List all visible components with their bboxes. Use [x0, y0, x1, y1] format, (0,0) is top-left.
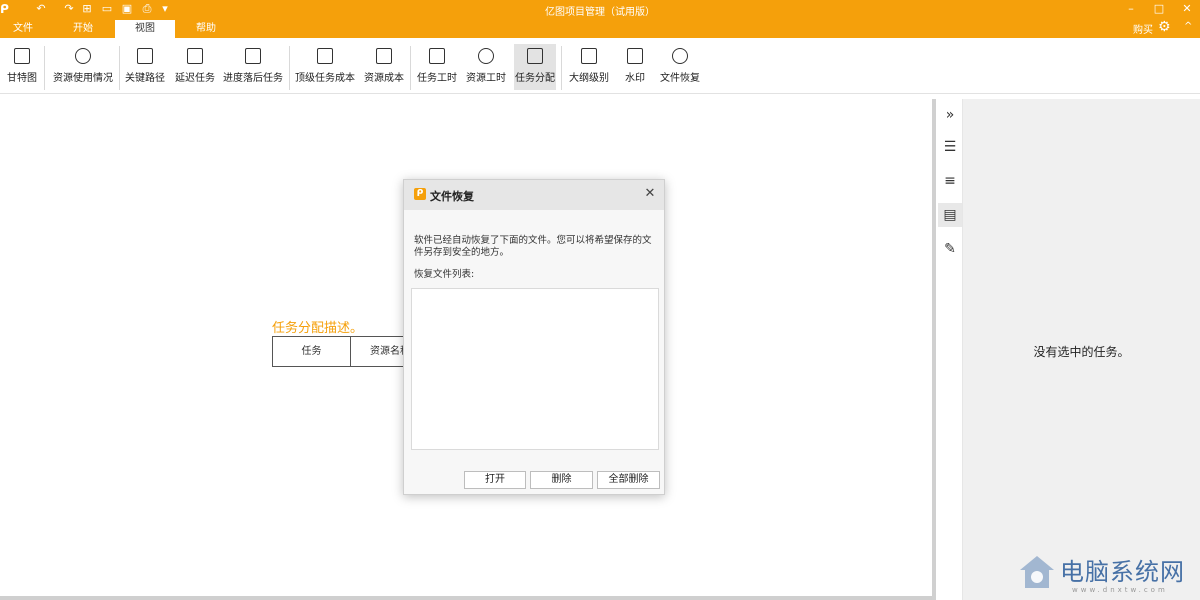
gantt-button[interactable]: 甘特图: [2, 44, 42, 90]
recovered-list-label: 恢复文件列表:: [414, 269, 475, 280]
ribbon-separator: [410, 46, 411, 90]
resource-hours-label: 资源工时: [466, 73, 506, 84]
title-bar: ᑭ ↶ ↷ ⊞ ▭ ▣ ⎙ ▾ 亿图项目管理（试用版） – □ ✕: [0, 0, 1200, 20]
assignment-icon: [527, 48, 543, 64]
outline-icon: [581, 48, 597, 64]
file-recovery-label: 文件恢复: [660, 73, 700, 84]
close-window-icon[interactable]: ✕: [1178, 1, 1196, 17]
task-assignment-button[interactable]: 任务分配: [514, 44, 556, 90]
list-icon[interactable]: ≡: [938, 169, 962, 193]
table-header-task: 任务: [273, 337, 351, 366]
delete-button[interactable]: 删除: [530, 471, 593, 489]
ribbon-tabs: 文件 开始 视图 帮助: [0, 20, 1200, 38]
tab-help[interactable]: 帮助: [183, 20, 229, 38]
resource-cost-label: 资源成本: [364, 73, 404, 84]
critical-path-button[interactable]: 关键路径: [122, 44, 168, 90]
task-info-icon[interactable]: ☰: [938, 135, 962, 159]
no-task-selected-text: 没有选中的任务。: [1033, 345, 1130, 359]
minimize-icon[interactable]: –: [1122, 1, 1140, 17]
ribbon-separator: [289, 46, 290, 90]
delete-all-button[interactable]: 全部删除: [597, 471, 660, 489]
file-recovery-button[interactable]: 文件恢复: [657, 44, 703, 90]
buy-link[interactable]: 购买: [1133, 21, 1153, 36]
resource-usage-button[interactable]: 资源使用情况: [50, 44, 116, 90]
tab-home[interactable]: 开始: [60, 20, 106, 38]
ribbon-toolbar: 甘特图 资源使用情况 关键路径 延迟任务 进度落后任务 顶级任务成本 资源成本 …: [0, 38, 1200, 94]
assignment-description-title: 任务分配描述。: [272, 321, 364, 336]
report-icon[interactable]: ▤: [938, 203, 962, 227]
top-task-cost-button[interactable]: 顶级任务成本: [293, 44, 357, 90]
refresh-icon: [672, 48, 688, 64]
delayed-tasks-label: 延迟任务: [175, 73, 215, 84]
tab-file[interactable]: 文件: [0, 20, 46, 38]
behind-schedule-label: 进度落后任务: [223, 73, 283, 84]
ribbon-separator: [119, 46, 120, 90]
tab-view[interactable]: 视图: [115, 20, 175, 38]
watermark-icon: [627, 48, 643, 64]
dialog-close-icon[interactable]: ✕: [642, 186, 658, 202]
dialog-header[interactable]: ᑭ 文件恢复 ✕: [404, 180, 664, 210]
dialog-title: 文件恢复: [430, 190, 474, 203]
delayed-tasks-button[interactable]: 延迟任务: [172, 44, 218, 90]
watermark-text: 电脑系统网: [1060, 558, 1185, 586]
gantt-icon: [14, 48, 30, 64]
resource-usage-label: 资源使用情况: [53, 73, 113, 84]
gantt-button-label: 甘特图: [7, 73, 37, 84]
task-hours-icon: [429, 48, 445, 64]
task-hours-button[interactable]: 任务工时: [414, 44, 460, 90]
ribbon-separator: [44, 46, 45, 90]
horizontal-scrollbar[interactable]: [0, 596, 932, 600]
side-toolbar: » ☰ ≡ ▤ ✎: [936, 99, 963, 600]
resource-cost-button[interactable]: 资源成本: [361, 44, 407, 90]
top-task-cost-label: 顶级任务成本: [295, 73, 355, 84]
format-brush-icon[interactable]: ✎: [938, 237, 962, 261]
behind-schedule-button[interactable]: 进度落后任务: [221, 44, 285, 90]
site-watermark: 电脑系统网 www.dnxtw.com: [1012, 548, 1200, 600]
top-cost-icon: [317, 48, 333, 64]
task-assignment-label: 任务分配: [515, 73, 555, 84]
outline-level-button[interactable]: 大纲级别: [566, 44, 612, 90]
open-button[interactable]: 打开: [464, 471, 526, 489]
ribbon-separator: [561, 46, 562, 90]
house-logo-icon: [1020, 556, 1054, 588]
resource-hours-icon: [478, 48, 494, 64]
critical-path-label: 关键路径: [125, 73, 165, 84]
file-recovery-dialog: ᑭ 文件恢复 ✕ 软件已经自动恢复了下面的文件。您可以将希望保存的文件另存到安全…: [403, 179, 665, 495]
watermark-button[interactable]: 水印: [620, 44, 650, 90]
path-icon: [137, 48, 153, 64]
expand-panel-icon[interactable]: »: [938, 103, 962, 127]
globe-icon: [75, 48, 91, 64]
delay-icon: [187, 48, 203, 64]
resource-hours-button[interactable]: 资源工时: [463, 44, 509, 90]
dialog-app-icon: ᑭ: [414, 188, 426, 200]
app-title: 亿图项目管理（试用版）: [545, 7, 655, 18]
settings-gear-icon[interactable]: ⚙: [1158, 19, 1171, 35]
dialog-message: 软件已经自动恢复了下面的文件。您可以将希望保存的文件另存到安全的地方。: [414, 235, 652, 258]
task-properties-panel: 没有选中的任务。: [963, 99, 1200, 600]
outline-level-label: 大纲级别: [569, 73, 609, 84]
maximize-icon[interactable]: □: [1150, 1, 1168, 17]
resource-cost-icon: [376, 48, 392, 64]
recovered-files-list[interactable]: [411, 288, 659, 450]
behind-icon: [245, 48, 261, 64]
watermark-url: www.dnxtw.com: [1072, 586, 1168, 594]
task-hours-label: 任务工时: [417, 73, 457, 84]
collapse-ribbon-icon[interactable]: ^: [1184, 21, 1192, 32]
watermark-label: 水印: [625, 73, 645, 84]
